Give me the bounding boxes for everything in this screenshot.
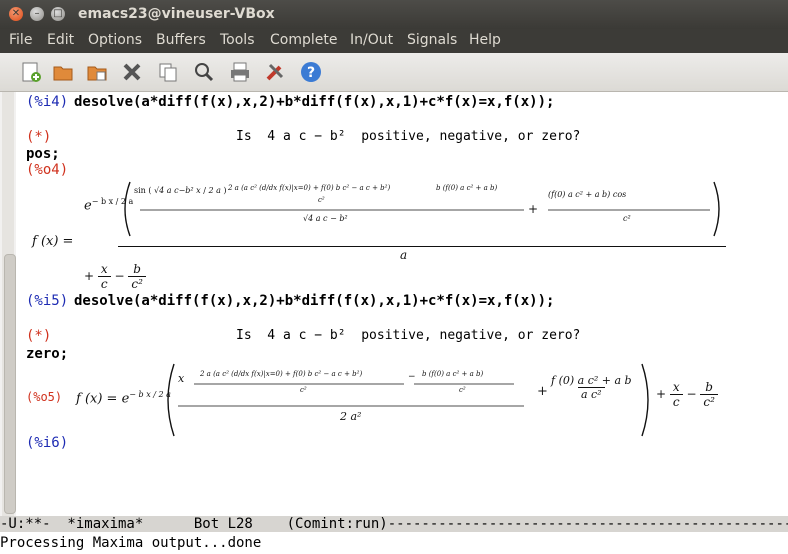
o4-cos-term: (f(0) a c² + a b) cos [548, 190, 627, 199]
o4-c2-den: c² [318, 196, 325, 204]
close-buffer-icon[interactable] [119, 59, 145, 85]
input-command: desolve(a*diff(f(x),x,2)+b*diff(f(x),x,1… [74, 94, 555, 110]
scrollbar[interactable] [2, 92, 16, 516]
scrollbar-thumb[interactable] [4, 254, 16, 514]
print-icon[interactable] [227, 59, 253, 85]
menu-signals[interactable]: Signals [407, 32, 457, 48]
question-label: (*) [26, 129, 52, 145]
question-text: Is 4 a c − b² positive, negative, or zer… [236, 328, 581, 343]
o4-tail: + xc − b c² [84, 262, 146, 291]
menu-file[interactable]: File [9, 32, 32, 48]
input-label: (%i5) [26, 293, 69, 309]
o5-tail: + xc − b c² [656, 380, 718, 409]
o4-numerator: sin ( √4 a c−b² x / 2 a ) 2 a (a c² (d/d… [118, 176, 726, 247]
search-icon[interactable] [191, 59, 217, 85]
menu-buffers[interactable]: Buffers [156, 32, 206, 48]
preferences-icon[interactable] [262, 59, 288, 85]
menu-tools[interactable]: Tools [220, 32, 255, 48]
o4-sin-term: sin ( √4 a c−b² x / 2 a ) [134, 186, 227, 195]
help-icon[interactable]: ? [298, 59, 324, 85]
copy-icon[interactable] [155, 59, 181, 85]
o4-inner-term: 2 a (a c² (d/dx f(x)|x=0) + f(0) b c² − … [228, 184, 391, 192]
o5-main-fraction: x 2 a (a c² (d/dx f(x)|x=0) + f(0) b c² … [164, 360, 536, 440]
o5-den: 2 a² [340, 410, 362, 423]
menu-edit[interactable]: Edit [47, 32, 74, 48]
o5-inner-term: 2 a (a c² (d/dx f(x)|x=0) + f(0) b c² − … [200, 370, 363, 378]
title-bar: ✕ – □ emacs23@vineuser-VBox [0, 0, 788, 29]
input-label: (%i4) [26, 94, 69, 110]
o5-c2-den2: c² [459, 386, 466, 394]
left-fringe [0, 92, 16, 516]
input-command: desolve(a*diff(f(x),x,2)+b*diff(f(x),x,1… [74, 293, 555, 309]
question-text: Is 4 a c − b² positive, negative, or zer… [236, 129, 581, 144]
maximize-window-button[interactable]: □ [51, 7, 65, 21]
menu-complete[interactable]: Complete [270, 32, 337, 48]
o5-second-fraction: f (0) a c² + a ba c² [551, 374, 632, 401]
o4-bf-term: b (f(0) a c² + a b) [436, 184, 498, 192]
menu-bar: File Edit Options Buffers Tools Complete… [0, 29, 788, 53]
dired-icon[interactable] [84, 59, 110, 85]
mode-line: -U:**- *imaxima* Bot L28 (Comint:run)---… [0, 516, 788, 532]
output-label: (%o5) [26, 390, 63, 404]
o5-lhs: f (x) = e− b x / 2 a [76, 390, 171, 407]
menu-help[interactable]: Help [469, 32, 501, 48]
open-folder-icon[interactable] [50, 59, 76, 85]
minimize-window-button[interactable]: – [30, 7, 44, 21]
new-file-icon[interactable] [18, 59, 44, 85]
o4-den-a: a [400, 248, 408, 262]
question-label: (*) [26, 328, 52, 344]
answer-text: pos; [26, 146, 60, 162]
editor-buffer[interactable]: (%i4) desolve(a*diff(f(x),x,2)+b*diff(f(… [0, 92, 788, 516]
o5-right-paren [640, 360, 652, 440]
o5-c2-den: c² [300, 386, 307, 394]
close-window-button[interactable]: ✕ [9, 7, 23, 21]
o5-x: x [178, 372, 185, 385]
svg-text:?: ? [307, 65, 315, 81]
window-title: emacs23@vineuser-VBox [78, 6, 275, 22]
menu-inout[interactable]: In/Out [350, 32, 393, 48]
o4-lhs: f (x) = [32, 234, 74, 249]
o5-bf-term: b (f(0) a c² + a b) [422, 370, 484, 378]
answer-text: zero; [26, 346, 69, 362]
o4-cos-den: c² [623, 214, 631, 223]
output-label: (%o4) [26, 162, 69, 178]
echo-area: Processing Maxima output...done [0, 532, 788, 554]
menu-options[interactable]: Options [88, 32, 142, 48]
o4-sqrt-den: √4 a c − b² [303, 214, 348, 223]
input-label: (%i6) [26, 435, 69, 451]
toolbar: ? [0, 53, 788, 92]
